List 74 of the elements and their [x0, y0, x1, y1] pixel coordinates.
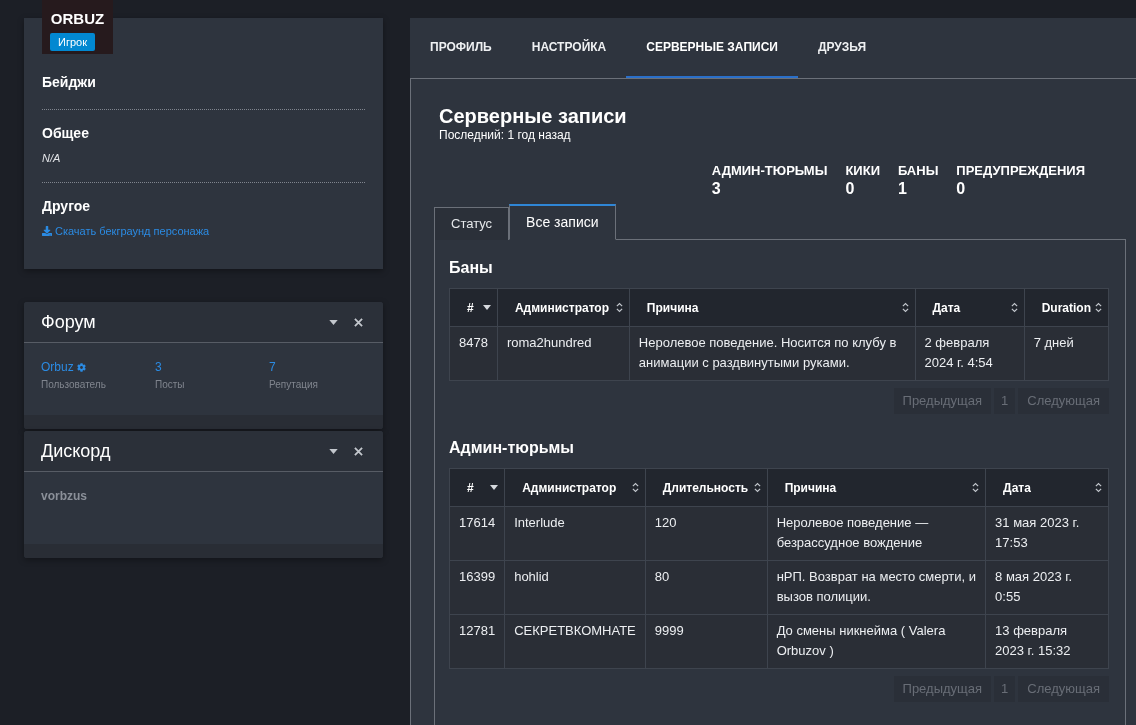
table-cell: roma2hundred	[497, 326, 630, 381]
collapse-button[interactable]	[329, 319, 338, 325]
column-header[interactable]: Причина	[767, 468, 986, 507]
table-cell: hohlid	[504, 560, 646, 615]
table-cell: 7 дней	[1024, 326, 1109, 381]
table-cell: 8 мая 2023 г. 0:55	[985, 560, 1109, 615]
nav-tab[interactable]: ДРУЗЬЯ	[797, 18, 887, 78]
table-cell: 80	[645, 560, 768, 615]
table-cell: нРП. Возврат на место смерти, и вызов полиции.	[767, 560, 986, 615]
section-value: N/A	[42, 151, 62, 165]
nav-tab[interactable]: НАСТРОЙКА	[511, 18, 627, 78]
subtab[interactable]: Статус	[434, 207, 510, 240]
column-header[interactable]: Duration	[1024, 288, 1109, 327]
nav-tab[interactable]: СЕРВЕРНЫЕ ЗАПИСИ	[626, 18, 798, 78]
section-title: Админ-тюрьмы	[449, 438, 575, 458]
table-cell: Неролевое поведение — безрассудное вождение	[767, 506, 986, 561]
table-cell: 9999	[645, 614, 768, 669]
stat-value: 0	[956, 179, 967, 198]
table-cell: 13 февраля 2023 г. 15:32	[985, 614, 1109, 669]
collapse-button[interactable]	[329, 448, 338, 454]
stat-label: КИКИ	[845, 163, 880, 179]
close-icon	[354, 317, 363, 327]
stat-value: 7	[269, 359, 276, 375]
table-cell: Неролевое поведение. Носится по клубу в анимации с раздвинутыми руками.	[629, 326, 915, 381]
section-heading: Бейджи	[42, 73, 97, 92]
table-cell: До смены никнейма ( Valera Orbuzov )	[767, 614, 986, 669]
column-header[interactable]: Дата	[985, 468, 1109, 507]
stat-label: Посты	[155, 378, 186, 391]
stat-value: 3	[155, 359, 162, 375]
nav-tab[interactable]: ПРОФИЛЬ	[410, 18, 512, 78]
widget-title: Форум	[41, 311, 96, 333]
stat-value: 1	[898, 179, 908, 198]
caret-down-icon	[329, 319, 338, 325]
table-cell: 2 февраля 2024 г. 4:54	[915, 326, 1025, 381]
stat-label: Репутация	[269, 378, 319, 391]
table-cell: 120	[645, 506, 768, 561]
stat-label: ПРЕДУПРЕЖДЕНИЯ	[956, 163, 1085, 179]
stat-label: Пользователь	[41, 378, 107, 391]
column-header[interactable]: Причина	[629, 288, 915, 327]
page-subtitle: Последний: 1 год назад	[439, 128, 572, 143]
close-icon	[354, 446, 363, 456]
table-cell: 17614	[449, 506, 505, 561]
column-header[interactable]: Администратор	[504, 468, 646, 507]
page-title: Серверные записи	[439, 104, 628, 128]
caret-down-icon	[329, 448, 338, 454]
table-cell: 16399	[449, 560, 505, 615]
download-icon	[42, 226, 52, 236]
column-header[interactable]: Дата	[915, 288, 1025, 327]
download-link[interactable]: Скачать бекграунд персонажа	[42, 224, 210, 238]
role-badge: Игрок	[50, 33, 95, 51]
section-heading: Общее	[42, 124, 90, 143]
column-header[interactable]: #	[449, 288, 498, 327]
table-cell: Interlude	[504, 506, 646, 561]
table-cell: 8478	[449, 326, 498, 381]
column-header[interactable]: Администратор	[497, 288, 630, 327]
table-cell: 12781	[449, 614, 505, 669]
subtab[interactable]: Все записи	[509, 204, 616, 240]
stat-label: АДМИН-ТЮРЬМЫ	[711, 163, 828, 179]
player-name: ORBUZ	[50, 10, 105, 28]
stat-label: БАНЫ	[898, 163, 939, 179]
discord-username: vorbzus	[41, 488, 88, 504]
gear-icon	[76, 362, 86, 372]
table-cell: 31 мая 2023 г. 17:53	[985, 506, 1109, 561]
table-cell: СЕКРЕТВКОМНАТЕ	[504, 614, 646, 669]
column-header[interactable]: #	[449, 468, 505, 507]
section-title: Баны	[449, 258, 494, 278]
close-button[interactable]	[354, 317, 363, 327]
user-link[interactable]: Orbuz	[41, 359, 74, 375]
column-header[interactable]: Длительность	[645, 468, 768, 507]
stat-value: 3	[711, 179, 722, 198]
stat-value: 0	[845, 179, 856, 198]
widget-title: Дискорд	[41, 440, 111, 462]
section-heading: Другое	[42, 197, 92, 216]
close-button[interactable]	[354, 446, 363, 456]
